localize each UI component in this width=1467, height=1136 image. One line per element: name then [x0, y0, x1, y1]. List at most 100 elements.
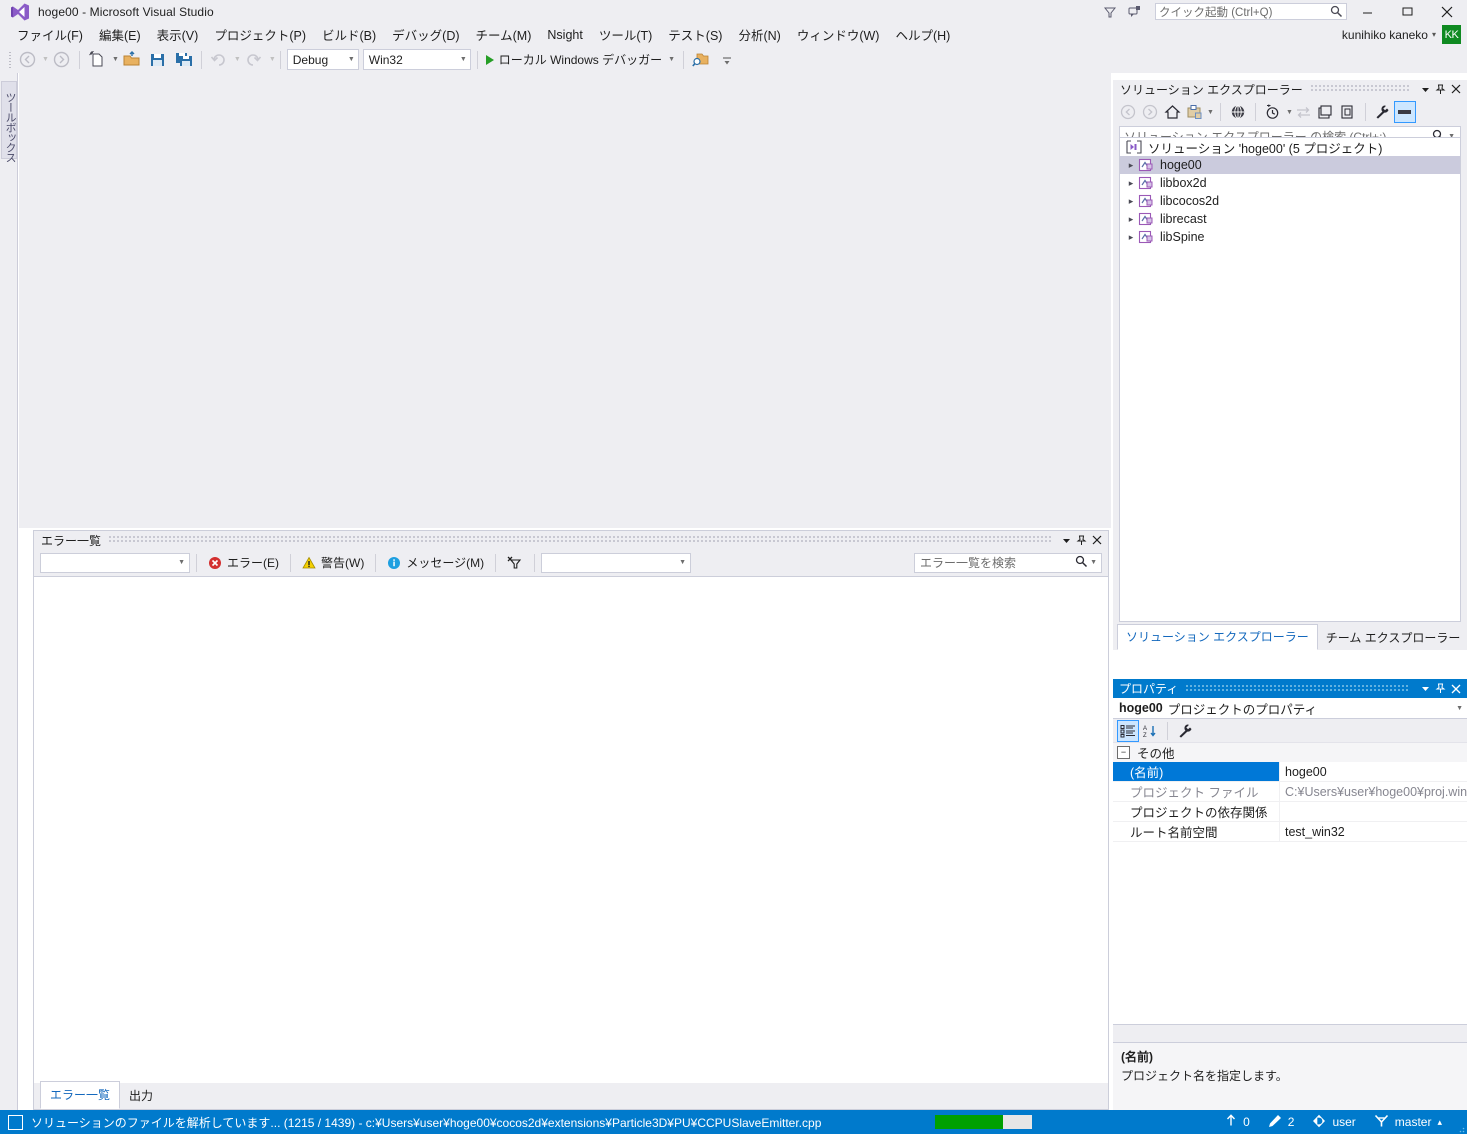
- filter-errors-button[interactable]: エラー(E): [203, 552, 284, 573]
- toolbar-grip[interactable]: [6, 51, 14, 69]
- account-area[interactable]: kunihiko kaneko ▾ KK: [1342, 23, 1461, 46]
- save-all-icon[interactable]: [171, 49, 197, 71]
- home-icon[interactable]: [1161, 101, 1183, 123]
- chevron-down-icon[interactable]: ▾: [1432, 30, 1436, 39]
- tree-node-project-hoge00[interactable]: ▸ hoge00: [1120, 156, 1460, 174]
- resize-grip[interactable]: [1455, 1122, 1465, 1133]
- new-item-icon[interactable]: [84, 49, 110, 71]
- search-options-caret-icon[interactable]: ▼: [1088, 559, 1099, 566]
- menu-item-help[interactable]: ヘルプ(H): [887, 22, 958, 47]
- sync-icon[interactable]: [1293, 101, 1315, 123]
- menu-item-debug[interactable]: デバッグ(D): [384, 22, 467, 47]
- find-in-files-icon[interactable]: [688, 49, 714, 71]
- history-caret-icon[interactable]: ▼: [1286, 109, 1293, 116]
- panel-drag-grip[interactable]: [1186, 684, 1410, 693]
- error-list-menu-icon[interactable]: [1059, 533, 1074, 548]
- chevron-right-icon[interactable]: ▸: [1124, 212, 1138, 226]
- properties-grid[interactable]: − その他 (名前) hoge00 プロジェクト ファイル C:¥Users¥u…: [1113, 743, 1467, 1025]
- menu-item-team[interactable]: チーム(M): [468, 22, 540, 47]
- tree-node-project-librecast[interactable]: ▸ librecast: [1120, 210, 1460, 228]
- status-repository[interactable]: user: [1303, 1110, 1364, 1134]
- tab-solution-explorer[interactable]: ソリューション エクスプローラー: [1117, 624, 1318, 650]
- properties-icon[interactable]: [1372, 101, 1394, 123]
- property-row-root-namespace[interactable]: ルート名前空間 test_win32: [1113, 822, 1467, 842]
- property-pages-icon[interactable]: [1174, 720, 1196, 742]
- forward-icon[interactable]: [1139, 101, 1161, 123]
- collapse-all-icon[interactable]: [1315, 101, 1337, 123]
- open-file-icon[interactable]: [119, 49, 145, 71]
- close-button[interactable]: [1427, 0, 1467, 23]
- pending-changes-icon[interactable]: [1183, 101, 1205, 123]
- toolbar-overflow-icon[interactable]: [714, 49, 740, 71]
- chevron-right-icon[interactable]: ▸: [1124, 230, 1138, 244]
- quick-launch-input[interactable]: クイック起動 (Ctrl+Q): [1155, 3, 1347, 20]
- filter-warnings-button[interactable]: 警告(W): [297, 552, 369, 573]
- tree-node-project-libbox2d[interactable]: ▸ libbox2d: [1120, 174, 1460, 192]
- menu-item-tools[interactable]: ツール(T): [591, 22, 660, 47]
- property-row-project-file[interactable]: プロジェクト ファイル C:¥Users¥user¥hoge00¥proj.wi…: [1113, 782, 1467, 802]
- solution-tree[interactable]: ソリューション 'hoge00' (5 プロジェクト) ▸ hoge00 ▸ l…: [1119, 137, 1461, 622]
- menu-item-build[interactable]: ビルド(B): [314, 22, 384, 47]
- property-value[interactable]: hoge00: [1280, 762, 1467, 781]
- start-debugging-button[interactable]: ローカル Windows デバッガー ▼: [482, 49, 679, 71]
- minimize-button[interactable]: [1347, 0, 1387, 23]
- error-list-pin-icon[interactable]: [1074, 533, 1089, 548]
- navigate-back-icon[interactable]: [14, 49, 40, 71]
- avatar[interactable]: KK: [1442, 25, 1461, 44]
- property-row-name[interactable]: (名前) hoge00: [1113, 762, 1467, 782]
- panel-drag-grip[interactable]: [109, 536, 1051, 544]
- menu-item-nsight[interactable]: Nsight: [539, 25, 590, 45]
- tab-team-explorer[interactable]: チーム エクスプローラー: [1318, 626, 1467, 650]
- solution-explorer-close-icon[interactable]: [1448, 82, 1463, 97]
- navigate-back-caret-icon[interactable]: ▼: [42, 56, 49, 63]
- navigate-forward-icon[interactable]: [49, 49, 75, 71]
- back-icon[interactable]: [1117, 101, 1139, 123]
- status-branch[interactable]: master ▴: [1365, 1110, 1451, 1134]
- solution-explorer-pin-icon[interactable]: [1433, 82, 1448, 97]
- menu-item-project[interactable]: プロジェクト(P): [206, 22, 314, 47]
- feedback-icon[interactable]: [1097, 1, 1123, 23]
- tab-error-list[interactable]: エラー一覧: [40, 1081, 121, 1109]
- tree-node-project-libcocos2d[interactable]: ▸ libcocos2d: [1120, 192, 1460, 210]
- error-list-scope-combo[interactable]: ▼: [40, 552, 190, 573]
- status-pending-changes[interactable]: 2: [1259, 1110, 1304, 1134]
- chevron-right-icon[interactable]: ▸: [1124, 176, 1138, 190]
- properties-object-combo[interactable]: hoge00 プロジェクトのプロパティ ▼: [1113, 698, 1467, 719]
- redo-icon[interactable]: [241, 49, 267, 71]
- save-icon[interactable]: [145, 49, 171, 71]
- menu-item-view[interactable]: 表示(V): [149, 22, 207, 47]
- property-value[interactable]: test_win32: [1280, 822, 1467, 841]
- new-item-caret-icon[interactable]: ▼: [112, 56, 119, 63]
- menu-item-file[interactable]: ファイル(F): [9, 22, 91, 47]
- undo-icon[interactable]: [206, 49, 232, 71]
- panel-drag-grip[interactable]: [1310, 85, 1410, 93]
- error-list-search-input[interactable]: エラー一覧を検索 ▼: [914, 552, 1102, 573]
- status-outgoing-commits[interactable]: 0: [1216, 1110, 1259, 1134]
- tab-output[interactable]: 出力: [120, 1083, 162, 1109]
- pending-changes-caret-icon[interactable]: ▼: [1207, 109, 1214, 116]
- properties-category-misc[interactable]: − その他: [1113, 743, 1467, 762]
- menu-item-analyze[interactable]: 分析(N): [730, 22, 788, 47]
- properties-page-icon[interactable]: [1337, 101, 1359, 123]
- alphabetical-icon[interactable]: A Z: [1139, 720, 1161, 742]
- sidebar-item-toolbox[interactable]: ツールボックス: [1, 81, 17, 162]
- configuration-combo[interactable]: Debug ▼: [286, 49, 359, 70]
- tree-node-project-libspine[interactable]: ▸ libSpine: [1120, 228, 1460, 246]
- collapse-toggle-icon[interactable]: −: [1117, 746, 1130, 759]
- notification-flag-icon[interactable]: [1123, 1, 1149, 23]
- maximize-button[interactable]: [1387, 0, 1427, 23]
- clear-filter-icon[interactable]: [502, 554, 528, 572]
- properties-menu-icon[interactable]: [1418, 681, 1433, 696]
- preview-selected-icon[interactable]: [1393, 101, 1416, 123]
- properties-pin-icon[interactable]: [1433, 681, 1448, 696]
- categorized-icon[interactable]: [1117, 719, 1139, 742]
- chevron-right-icon[interactable]: ▸: [1124, 158, 1138, 172]
- filter-messages-button[interactable]: メッセージ(M): [382, 552, 489, 573]
- error-list-grid[interactable]: [34, 577, 1108, 1083]
- chevron-down-icon[interactable]: ▼: [668, 56, 675, 63]
- menu-item-test[interactable]: テスト(S): [660, 22, 730, 47]
- solution-explorer-menu-icon[interactable]: [1418, 82, 1433, 97]
- error-list-build-combo[interactable]: ▼: [541, 552, 692, 573]
- chevron-right-icon[interactable]: ▸: [1124, 194, 1138, 208]
- undo-caret-icon[interactable]: ▼: [234, 56, 241, 63]
